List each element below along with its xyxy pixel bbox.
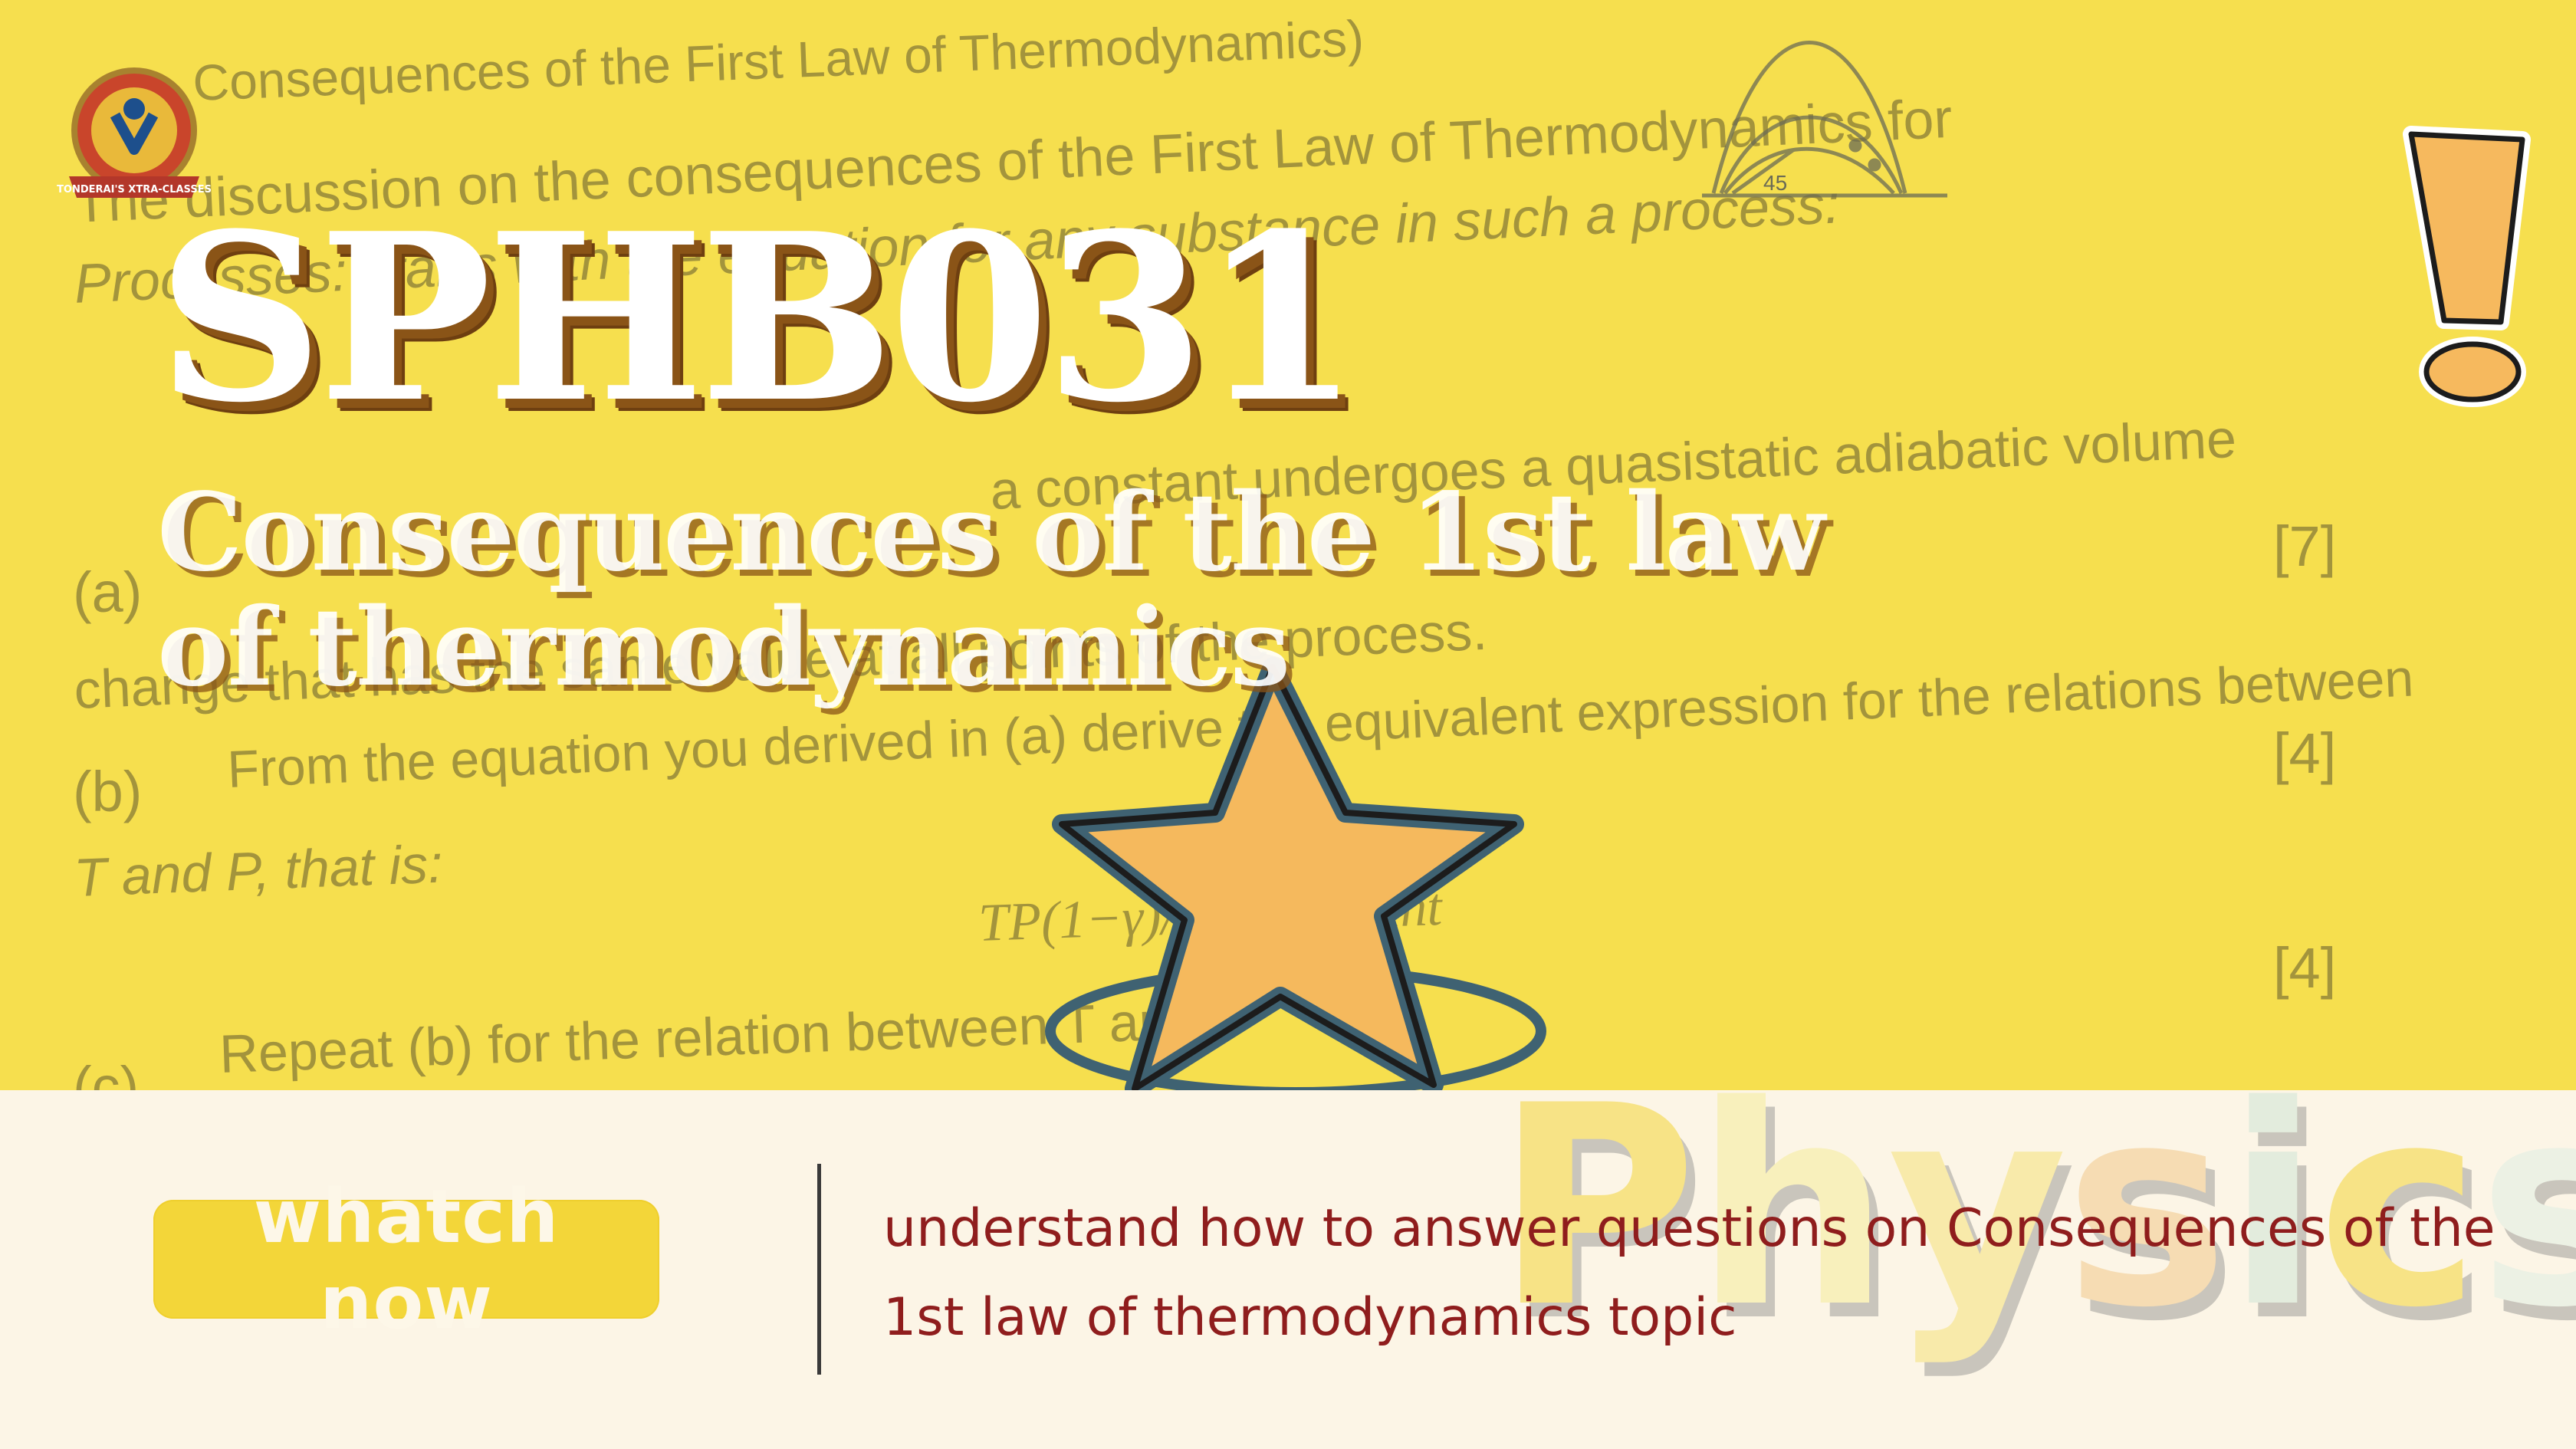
bg-paper-line: Consequences of the First Law of Thermod…: [192, 9, 1365, 111]
topic-subtitle: Consequences of the 1st law of thermodyn…: [157, 470, 1825, 711]
bg-paper-line: T and P, that is:: [73, 833, 444, 908]
bg-paper-line: TP(1−γ)/γ = constant: [978, 877, 1443, 953]
bg-marks-label: [4]: [2273, 936, 2337, 1000]
course-code-title: SPHB031: [157, 182, 1360, 453]
bg-marks-label: [4]: [2273, 721, 2337, 785]
video-description: understand how to answer questions on Co…: [883, 1198, 2496, 1348]
bg-question-marker: (a): [73, 560, 143, 624]
bg-question-marker: (c): [73, 1055, 140, 1090]
vertical-divider: [817, 1164, 821, 1375]
bg-question-marker: (b): [73, 760, 143, 823]
bg-paper-line: Repeat (b) for the relation between T an…: [219, 988, 1250, 1084]
bg-marks-label: [7]: [2273, 514, 2337, 578]
watch-now-button[interactable]: whatch now: [153, 1174, 659, 1346]
